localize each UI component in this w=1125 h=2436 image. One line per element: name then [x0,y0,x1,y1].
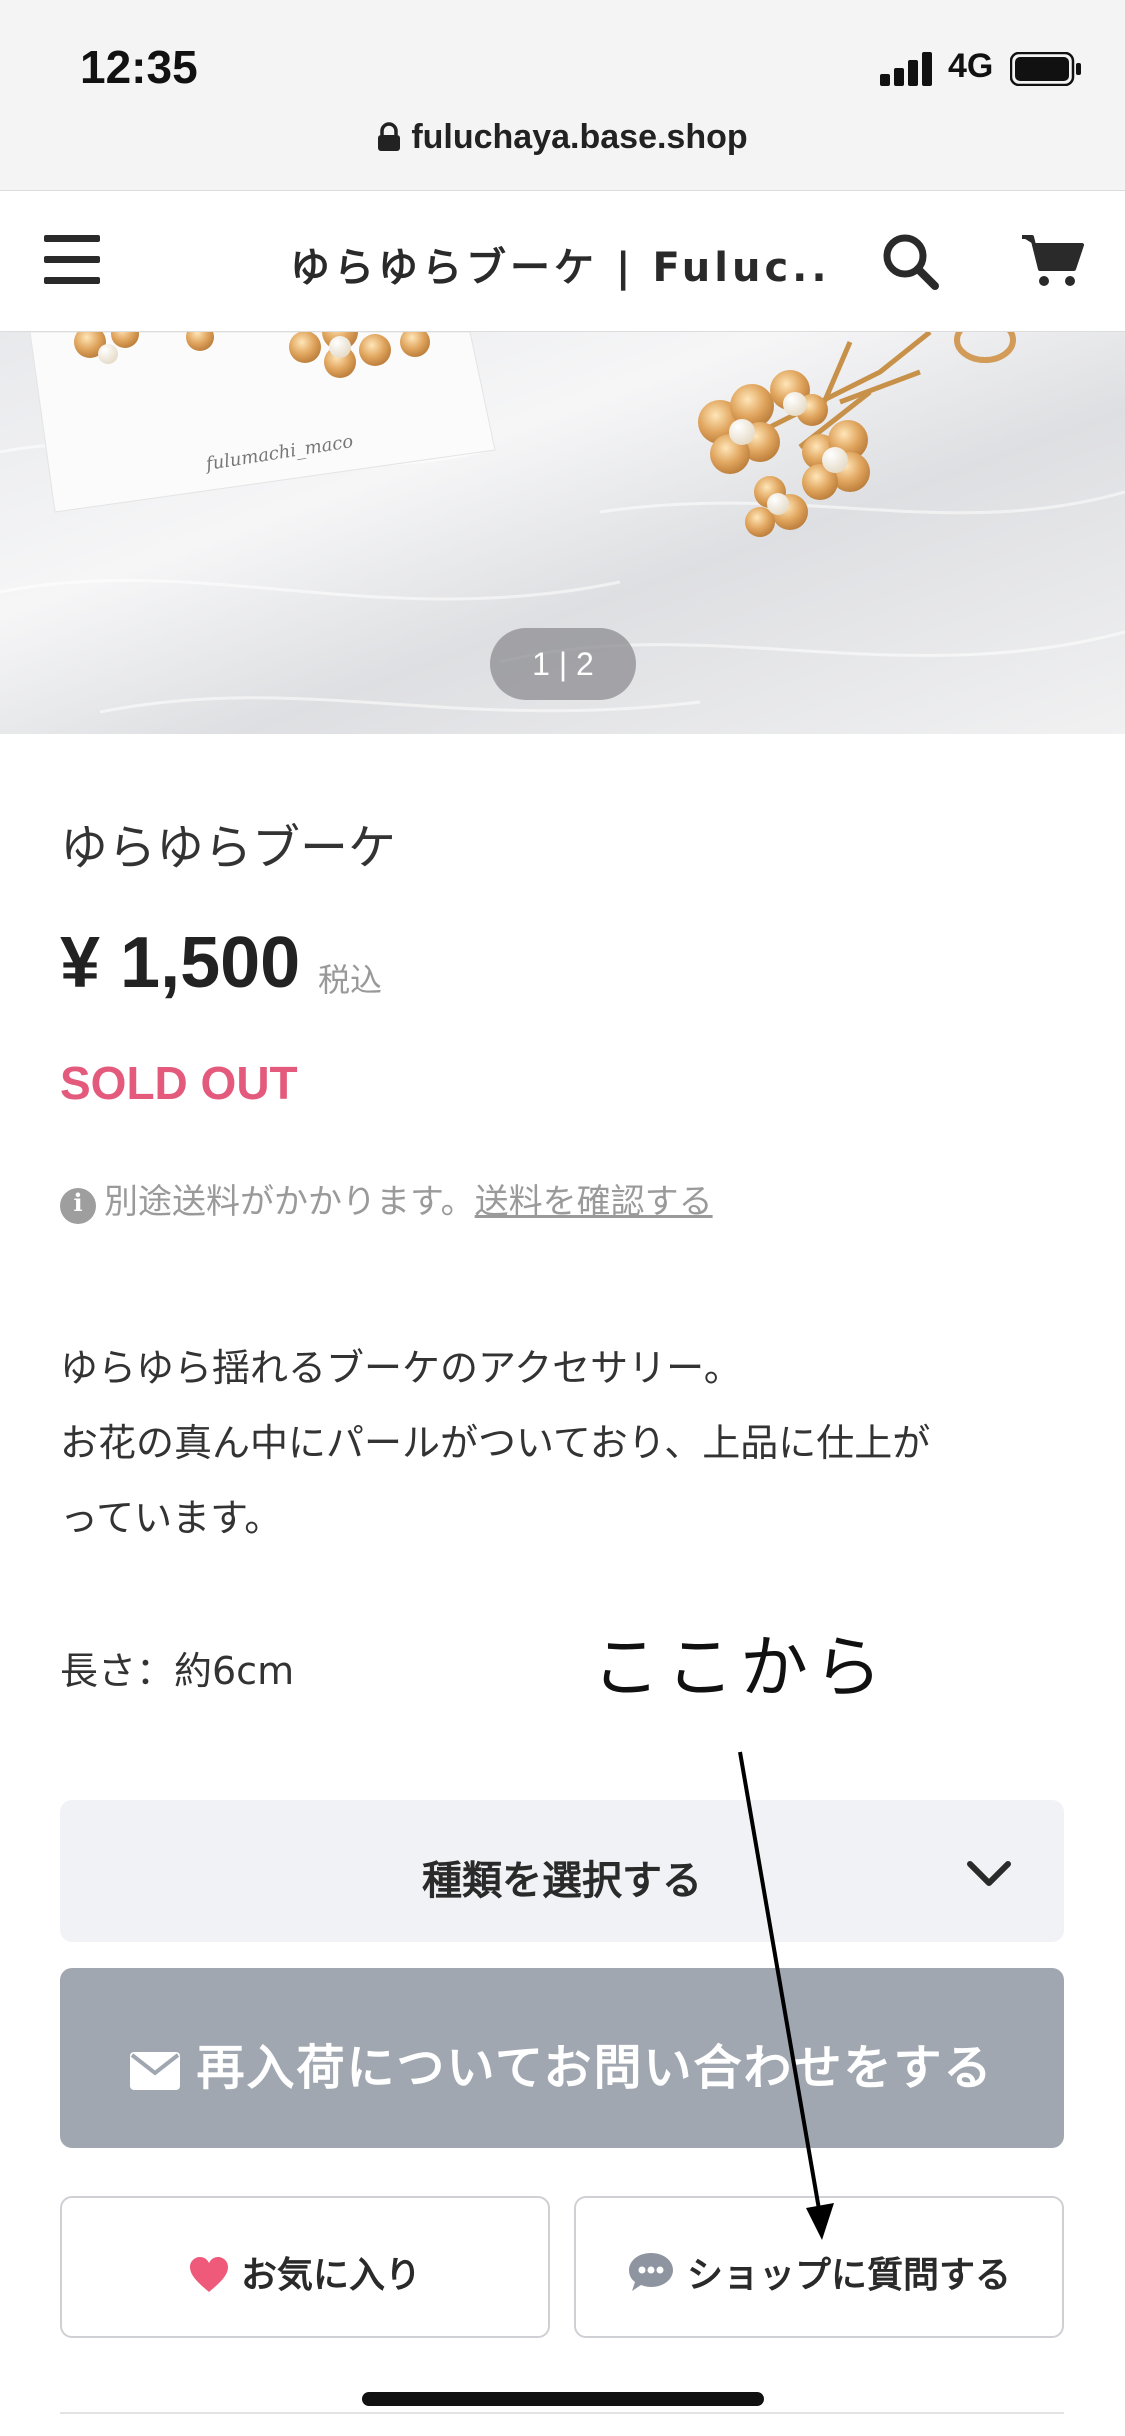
menu-icon[interactable] [44,235,100,285]
search-icon[interactable] [880,231,940,291]
variant-select-label: 種類を選択する [422,1858,702,1904]
restock-inquiry-content: 再入荷についてお問い合わせをする [60,2028,1064,2098]
annotation-text: ここから [592,1629,889,1708]
image-counter[interactable]: 1 | 2 [490,628,636,700]
favorite-button-label: お気に入り [240,2255,421,2296]
battery-icon [1010,52,1081,86]
favorite-button-content: お気に入り [62,2246,548,2298]
description-line: お花の真ん中にパールがついており、上品に仕上が [60,1421,931,1465]
network-label: 4G [948,47,994,85]
address-bar[interactable]: fuluchaya.base.shop [0,118,1125,157]
home-indicator[interactable] [362,2392,764,2406]
description-line: っています。 [60,1496,283,1540]
tax-label: 税込 [318,961,383,999]
product-name: ゆらゆらブーケ [60,820,397,876]
status-time: 12:35 [80,41,198,93]
restock-inquiry-label: 再入荷についてお問い合わせをする [196,2040,994,2096]
ask-shop-button-content: ショップに質問する [576,2246,1062,2298]
favorite-button[interactable]: お気に入り [60,2196,550,2338]
site-title[interactable]: ゆらゆらブーケ | Fuluc... [290,235,830,293]
variant-select[interactable]: 種類を選択する [60,1800,1064,1942]
lock-icon [378,122,401,151]
shipping-note-text: 別途送料がかかります。 [104,1182,475,1222]
divider [60,2412,1064,2414]
site-header: ゆらゆらブーケ | Fuluc... [0,190,1125,332]
info-icon: i [60,1188,96,1224]
cart-icon[interactable] [1020,231,1084,291]
ask-shop-button[interactable]: ショップに質問する [574,2196,1064,2338]
shipping-note: i 別途送料がかかります。送料を確認する [60,1174,713,1224]
ask-shop-button-label: ショップに質問する [686,2255,1011,2296]
url-text: fuluchaya.base.shop [411,118,748,156]
chat-bubble-icon [628,2253,673,2291]
signal-icon [880,52,934,86]
chevron-down-icon [967,1861,1011,1886]
shipping-link[interactable]: 送料を確認する [475,1182,713,1222]
screen: 12:35 4G fuluchaya.base.shop ゆらゆらブーケ | F… [0,0,1125,2436]
heart-icon [189,2257,228,2292]
sold-out-label: SOLD OUT [60,1057,298,1109]
restock-inquiry-button[interactable]: 再入荷についてお問い合わせをする [60,1968,1064,2148]
description-line: ゆらゆら揺れるブーケのアクセサリー。 [60,1346,742,1390]
status-bar: 12:35 4G fuluchaya.base.shop [0,0,1125,190]
mail-icon [130,2052,181,2090]
product-length: 長さ：約6cm [60,1649,295,1693]
product-price: ¥ 1,500 [60,923,301,1003]
